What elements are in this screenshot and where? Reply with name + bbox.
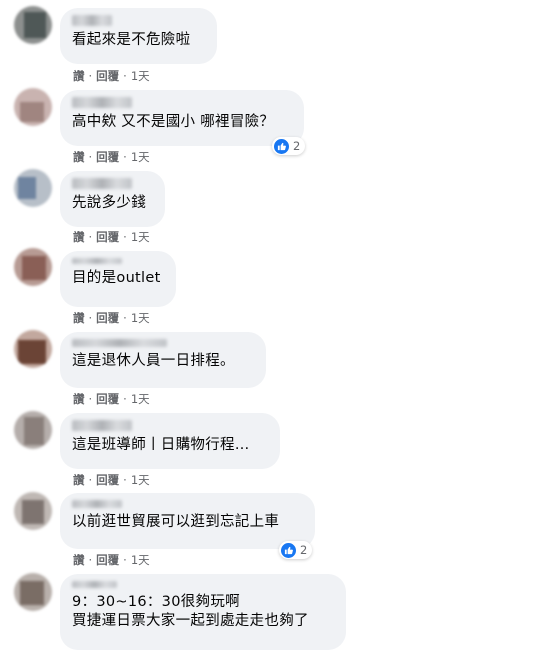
- comment-time[interactable]: 1天: [131, 310, 150, 326]
- commenter-name-blurred[interactable]: [72, 15, 112, 26]
- comment-bubble: 這是班導師丨日購物行程…: [60, 413, 280, 469]
- comment-bubble: 9：30~16：30很夠玩啊 買捷運日票大家一起到處走走也夠了: [60, 574, 346, 650]
- avatar[interactable]: [14, 88, 52, 126]
- comment-bubble: 高中欸 又不是國小 哪裡冒險？: [60, 90, 304, 146]
- comment-time[interactable]: 1天: [131, 229, 150, 245]
- comment-time[interactable]: 1天: [131, 149, 150, 165]
- commenter-name-blurred[interactable]: [72, 178, 132, 189]
- comment-bubble: 先說多少錢: [60, 171, 165, 227]
- reply-link[interactable]: 回覆: [96, 68, 119, 84]
- comment-actions: 讚 · 回覆 · 1天: [73, 229, 150, 245]
- reaction-count[interactable]: 2: [279, 541, 313, 559]
- commenter-name-blurred[interactable]: [72, 581, 117, 588]
- comment-text: 高中欸 又不是國小 哪裡冒險？: [72, 114, 275, 130]
- comment-text: 以前逛世貿展可以逛到忘記上車: [72, 514, 280, 530]
- comment-text: 先說多少錢: [72, 195, 146, 211]
- comment-bubble: 這是退休人員一日排程。: [60, 332, 266, 388]
- like-link[interactable]: 讚: [73, 229, 85, 245]
- comment-actions: 讚 · 回覆 · 1天: [73, 391, 150, 407]
- commenter-name-blurred[interactable]: [72, 500, 122, 508]
- reaction-count[interactable]: 2: [272, 137, 306, 155]
- comment-actions: 讚 · 回覆 · 1天: [73, 310, 150, 326]
- comment-text: 這是班導師丨日購物行程…: [72, 437, 250, 453]
- commenter-name-blurred[interactable]: [72, 420, 132, 431]
- like-link[interactable]: 讚: [73, 310, 85, 326]
- avatar[interactable]: [14, 330, 52, 368]
- comment-time[interactable]: 1天: [131, 472, 150, 488]
- reply-link[interactable]: 回覆: [96, 149, 119, 165]
- like-link[interactable]: 讚: [73, 552, 85, 568]
- comment-actions: 讚 · 回覆 · 1天: [73, 149, 150, 165]
- commenter-name-blurred[interactable]: [72, 258, 122, 264]
- like-link[interactable]: 讚: [73, 391, 85, 407]
- thumbs-up-icon: [274, 138, 289, 154]
- thumbs-up-icon: [281, 542, 296, 558]
- avatar[interactable]: [14, 248, 52, 286]
- reply-link[interactable]: 回覆: [96, 229, 119, 245]
- commenter-name-blurred[interactable]: [72, 339, 167, 347]
- reply-link[interactable]: 回覆: [96, 310, 119, 326]
- like-link[interactable]: 讚: [73, 472, 85, 488]
- avatar[interactable]: [14, 169, 52, 207]
- comment-time[interactable]: 1天: [131, 552, 150, 568]
- comment-text: 目的是outlet: [72, 270, 161, 286]
- avatar[interactable]: [14, 492, 52, 530]
- comment-text: 這是退休人員一日排程。: [72, 353, 235, 369]
- commenter-name-blurred[interactable]: [72, 97, 132, 108]
- comment-time[interactable]: 1天: [131, 391, 150, 407]
- comment-time[interactable]: 1天: [131, 68, 150, 84]
- reply-link[interactable]: 回覆: [96, 472, 119, 488]
- reply-link[interactable]: 回覆: [96, 391, 119, 407]
- avatar[interactable]: [14, 411, 52, 449]
- avatar[interactable]: [14, 6, 52, 44]
- avatar[interactable]: [14, 573, 52, 611]
- like-link[interactable]: 讚: [73, 149, 85, 165]
- reply-link[interactable]: 回覆: [96, 552, 119, 568]
- comment-text: 看起來是不危險啦: [72, 32, 191, 48]
- comment-text: 9：30~16：30很夠玩啊 買捷運日票大家一起到處走走也夠了: [72, 594, 309, 629]
- comment-bubble: 目的是outlet: [60, 251, 176, 307]
- comment-actions: 讚 · 回覆 · 1天: [73, 472, 150, 488]
- comment-actions: 讚 · 回覆 · 1天: [73, 68, 150, 84]
- comment-bubble: 以前逛世貿展可以逛到忘記上車: [60, 493, 315, 549]
- comment-actions: 讚 · 回覆 · 1天: [73, 552, 150, 568]
- comment-bubble: 看起來是不危險啦: [60, 8, 217, 64]
- like-link[interactable]: 讚: [73, 68, 85, 84]
